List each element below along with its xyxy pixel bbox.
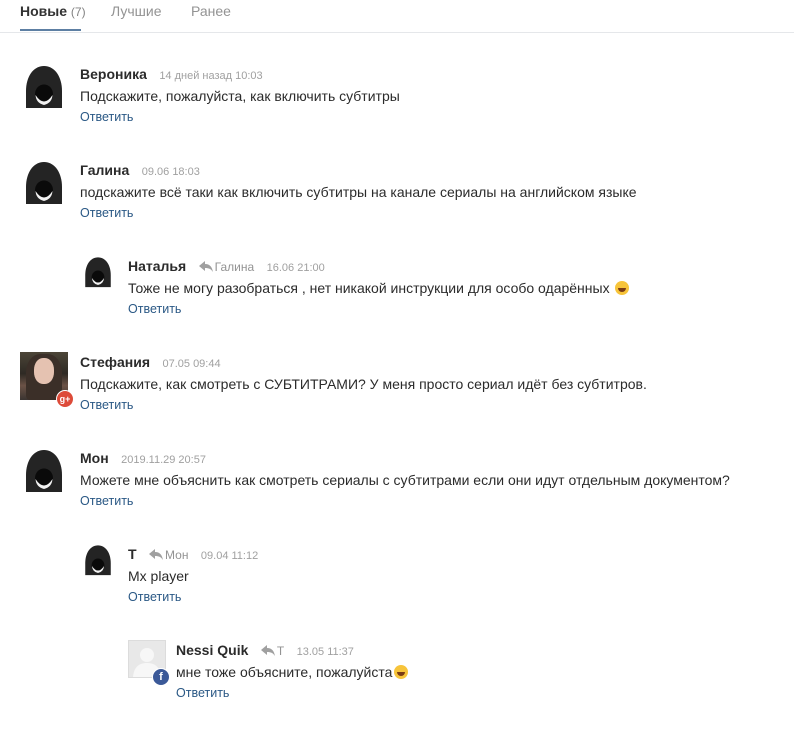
comment-text: подскажите всё таки как включить субтитр… [80,184,637,200]
reply-to-name: T [276,644,285,658]
reply-button[interactable]: Ответить [128,301,181,317]
reply-button[interactable]: Ответить [80,205,133,221]
google-plus-icon: g+ [56,390,74,408]
active-tab-indicator [20,29,81,31]
reply-to-name: Галина [214,260,255,274]
tab-new-count: (7) [70,5,86,19]
reply-to-ref[interactable]: Мон [149,548,188,562]
reply-to-name: Мон [165,548,189,562]
reply-arrow-icon [149,549,164,560]
comment-sort-tabs: Новые (7) Лучшие Ранее [0,0,794,33]
avatar[interactable] [81,256,115,295]
comment-author[interactable]: Стефания [80,354,150,370]
avatar[interactable] [20,64,68,117]
comment-author[interactable]: Мон [80,450,109,466]
comment-author[interactable]: Галина [80,162,129,178]
comment-text-row: Тоже не могу разобраться , нет никакой и… [128,279,630,297]
avatar[interactable]: f [128,640,170,686]
reply-button[interactable]: Ответить [176,685,229,701]
tab-earlier[interactable]: Ранее [191,3,231,19]
comment-author[interactable]: Nessi Quik [176,642,248,658]
sweat-smile-emoji-icon [394,665,409,679]
comment-text: Тоже не могу разобраться , нет никакой и… [128,280,610,296]
comment-date: 09.04 11:12 [200,550,259,562]
reply-arrow-icon [198,261,213,272]
comment-date: 13.05 11:37 [296,646,354,658]
comment-text-row: мне тоже объясните, пожалуйста [176,663,409,681]
hood-avatar-icon [85,545,111,576]
hood-avatar-icon [26,450,62,492]
reply-button[interactable]: Ответить [80,493,133,509]
hood-avatar-icon [26,162,62,204]
comment-author[interactable]: Наталья [128,258,186,274]
avatar[interactable] [20,160,68,213]
avatar[interactable]: g+ [20,352,74,408]
comment-date: 14 дней назад 10:03 [159,70,263,82]
rolling-laughing-emoji-icon [615,281,630,295]
reply-to-ref[interactable]: Галина [198,260,255,274]
comment-date: 09.06 18:03 [141,166,200,178]
comment-text: Подскажите, как смотреть с СУБТИТРАМИ? У… [80,376,647,392]
comment-date: 07.05 09:44 [162,358,221,370]
tab-best[interactable]: Лучшие [111,3,161,19]
tab-new-label: Новые [20,3,68,19]
reply-to-ref[interactable]: T [260,644,285,658]
reply-button[interactable]: Ответить [128,589,181,605]
reply-button[interactable]: Ответить [80,397,133,413]
avatar[interactable] [81,544,115,583]
facebook-icon: f [152,668,170,686]
comment-text: Подскажите, пожалуйста, как включить суб… [80,88,400,104]
comment-author[interactable]: T [128,546,137,562]
comment-text: Можете мне объяснить как смотреть сериал… [80,472,730,488]
comment-author[interactable]: Вероника [80,66,147,82]
avatar[interactable] [20,448,68,501]
tab-new[interactable]: Новые (7) [20,3,86,19]
reply-arrow-icon [260,645,275,656]
hood-avatar-icon [85,257,111,288]
comment-date: 2019.11.29 20:57 [121,454,206,466]
hood-avatar-icon [26,66,62,108]
reply-button[interactable]: Ответить [80,109,133,125]
comment-text: Mx player [128,568,189,584]
comment-date: 16.06 21:00 [266,262,325,274]
comment-text: мне тоже объясните, пожалуйста [176,664,393,680]
